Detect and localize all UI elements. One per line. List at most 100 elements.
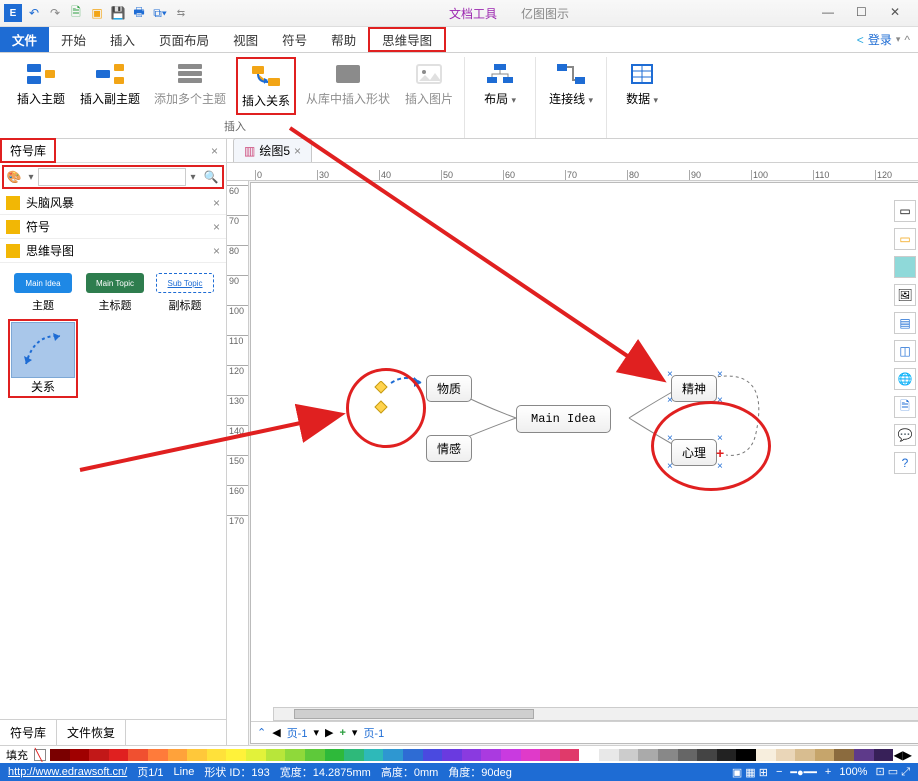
swatch[interactable] [579,749,599,761]
category-close-icon[interactable]: × [213,196,220,210]
tool-layers-icon[interactable]: ▤ [894,312,916,334]
tool-image-icon[interactable]: 🖼 [894,284,916,306]
tab-file[interactable]: 文件 [0,27,49,52]
login-link[interactable]: 登录 [868,31,892,48]
node-emotion[interactable]: 情感 [426,435,472,462]
swatch[interactable] [815,749,835,761]
swatch[interactable] [697,749,717,761]
tool-note-icon[interactable]: 🗎 [894,396,916,418]
scrollbar-horizontal[interactable] [273,707,918,721]
swatch[interactable] [246,749,266,761]
swatch[interactable] [364,749,384,761]
doc-tab-close-icon[interactable]: × [294,144,301,158]
no-fill-icon[interactable]: ╲ [34,749,46,761]
swatch[interactable] [599,749,619,761]
shape-main-idea[interactable]: Main Idea主题 [8,273,78,313]
new-icon[interactable]: 🗎 [67,4,85,22]
insert-subtopic-button[interactable]: 插入副主题 [76,57,144,115]
zoom-slider[interactable]: ━●━━ [790,766,817,779]
swatch-scroll-left-icon[interactable]: ◀ [894,748,903,762]
data-button[interactable]: 数据 ▾ [613,57,671,111]
tab-view[interactable]: 视图 [221,27,270,52]
redo-icon[interactable]: ↷ [46,4,64,22]
page-next-icon[interactable]: ▶ [325,726,333,739]
palette-dropdown-icon[interactable]: ▾ [24,172,38,183]
swatch[interactable] [678,749,698,761]
tab-pagelayout[interactable]: 页面布局 [147,27,221,52]
swatch[interactable] [521,749,541,761]
swatch[interactable] [109,749,129,761]
swatch[interactable] [834,749,854,761]
zoom-out-icon[interactable]: − [776,766,782,778]
swatch[interactable] [266,749,286,761]
swatch[interactable] [383,749,403,761]
insert-relation-button[interactable]: 插入关系 [236,57,296,115]
zoom-in-icon[interactable]: + [825,766,831,778]
sel-handle[interactable]: × [717,369,723,380]
add-page-icon[interactable]: + [339,727,345,739]
page-menu-icon[interactable]: ▾ [352,726,358,739]
swatch[interactable] [560,749,580,761]
swatch[interactable] [325,749,345,761]
side-tab-recovery[interactable]: 文件恢复 [57,720,126,745]
view-mode-icons[interactable]: ▣ ▦ ⊞ [732,766,768,779]
swatch[interactable] [70,749,90,761]
qat-more-icon[interactable]: ⇆ [172,4,190,22]
tool-comment-icon[interactable]: 💬 [894,424,916,446]
tab-symbols[interactable]: 符号 [270,27,319,52]
tab-help[interactable]: 帮助 [319,27,368,52]
search-icon[interactable]: 🔍 [200,170,222,184]
node-spirit[interactable]: 精神 [671,375,717,402]
category-symbols[interactable]: 符号× [0,215,226,239]
tab-insert[interactable]: 插入 [98,27,147,52]
tool-highlight-icon[interactable]: ▭ [894,228,916,250]
save-icon[interactable]: 💾 [109,4,127,22]
swatch-strip[interactable] [50,749,894,761]
swatch[interactable] [462,749,482,761]
swatch[interactable] [207,749,227,761]
login-dropdown-icon[interactable]: ▾ [896,34,901,45]
page-right-label[interactable]: 页-1 [363,725,384,741]
canvas[interactable]: Main Idea 物质 情感 精神 心理 × × × × × × × × + [251,183,918,743]
swatch[interactable] [128,749,148,761]
doc-tab[interactable]: ▥ 绘图5 × [233,138,312,162]
open-icon[interactable]: ▣ [88,4,106,22]
tab-mindmap[interactable]: 思维导图 [368,27,446,52]
swatch[interactable] [50,749,70,761]
print-icon[interactable]: 🖶 [130,4,148,22]
swatch[interactable] [756,749,776,761]
status-url[interactable]: http://www.edrawsoft.cn/ [8,766,127,778]
palette-icon[interactable]: 🎨 [4,170,24,184]
swatch[interactable] [854,749,874,761]
swatch[interactable] [776,749,796,761]
app-icon[interactable]: E [4,4,22,22]
category-close-icon[interactable]: × [213,220,220,234]
panel-close-icon[interactable]: × [203,144,226,158]
tab-start[interactable]: 开始 [49,27,98,52]
swatch[interactable] [148,749,168,761]
swatch[interactable] [795,749,815,761]
insert-from-library-button[interactable]: 从库中插入形状 [302,57,394,115]
tool-shapes-icon[interactable]: ◫ [894,340,916,362]
node-main-idea[interactable]: Main Idea [516,405,611,433]
swatch[interactable] [736,749,756,761]
collapse-ribbon-icon[interactable]: ^ [904,33,910,47]
swatch[interactable] [89,749,109,761]
swatch[interactable] [717,749,737,761]
add-multi-topic-button[interactable]: 添加多个主题 [150,57,230,115]
export-icon[interactable]: ⧉▾ [151,4,169,22]
swatch[interactable] [285,749,305,761]
page-collapse-icon[interactable]: ⌃ [257,726,266,739]
swatch[interactable] [423,749,443,761]
shape-main-topic[interactable]: Main Topic主标题 [82,273,148,313]
layout-button[interactable]: 布局 ▾ [471,57,529,111]
swatch[interactable] [481,749,501,761]
page-prev-icon[interactable]: ◀ [272,726,280,739]
swatch[interactable] [344,749,364,761]
search-dropdown-icon[interactable]: ▾ [186,172,200,183]
insert-topic-button[interactable]: 插入主题 [12,57,70,115]
category-close-icon[interactable]: × [213,244,220,258]
tool-help-icon[interactable]: ? [894,452,916,474]
page-dropdown-icon[interactable]: ▾ [313,726,319,739]
side-tab-library[interactable]: 符号库 [0,720,57,745]
